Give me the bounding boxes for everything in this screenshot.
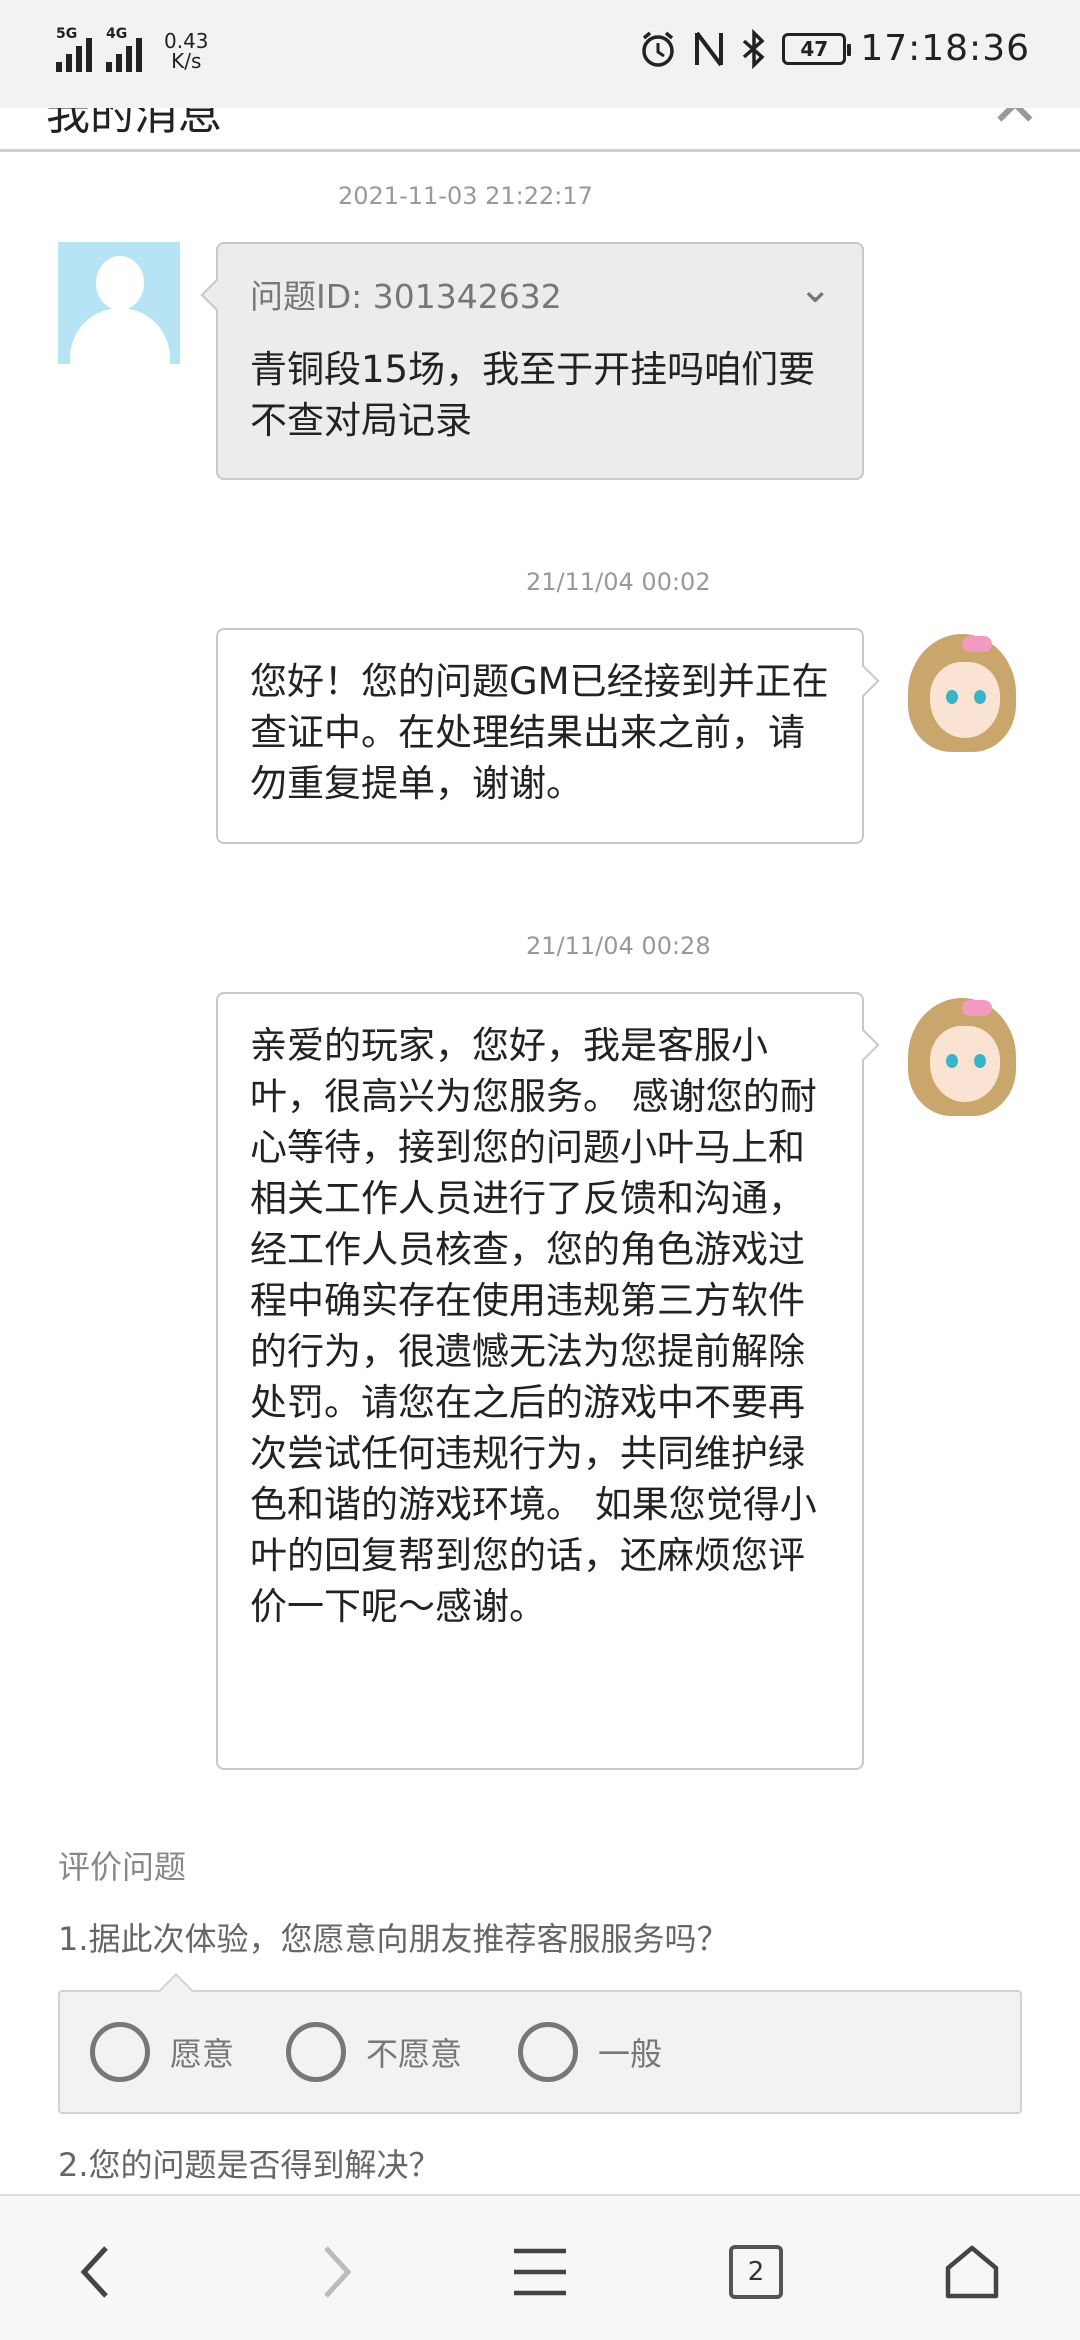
rating-options-1: 愿意 不愿意 一般 [58,1973,1022,2114]
bluetooth-icon [743,28,765,69]
bottom-nav-bar: 2 [0,2194,1080,2340]
message-timestamp: 2021-11-03 21:22:17 [338,182,593,210]
message-timestamp: 21/11/04 00:28 [526,932,711,960]
tab-count: 2 [747,2257,765,2287]
rating-option-no[interactable]: 不愿意 [286,2022,462,2082]
option-label: 愿意 [170,2035,235,2073]
question-id: 问题ID: 301342632 [250,277,562,316]
tab-count-icon: 2 [729,2245,783,2299]
option-label: 一般 [598,2035,663,2073]
close-icon[interactable]: ✕ [990,108,1040,136]
gm-avatar [900,992,1024,1116]
network-type-label: 5G [56,26,78,42]
menu-icon [514,2248,566,2296]
tabs-button[interactable]: 2 [716,2232,796,2312]
gm-avatar [900,628,1024,752]
network-speed: 0.43 K/s [164,31,209,71]
message-text: 亲爱的玩家，您好，我是客服小叶，很高兴为您服务。 感谢您的耐心等待，接到您的问题… [250,1024,817,1628]
battery-level: 47 [800,36,829,61]
speed-value: 0.43 [164,29,209,53]
chevron-right-icon [324,2246,352,2298]
status-right: 47 17:18:36 [638,28,1030,69]
rating-option-yes[interactable]: 愿意 [90,2022,234,2082]
menu-button[interactable] [500,2232,580,2312]
battery-icon: 47 [782,32,852,65]
message-timestamp: 21/11/04 00:02 [526,568,711,596]
radio-button[interactable] [90,2022,150,2082]
chevron-down-icon[interactable]: ⌄ [798,266,832,312]
user-avatar [58,242,180,364]
home-button[interactable] [932,2232,1012,2312]
rating-question-2: 2.您的问题是否得到解决？ [58,2146,441,2184]
message-text: 青铜段15场，我至于开挂吗咱们要不查对局记录 [250,348,816,442]
message-list[interactable]: 2021-11-03 21:22:17 问题ID: 301342632 ⌄ 青铜… [0,152,1080,2194]
message-text: 您好！您的问题GM已经接到并正在查证中。在处理结果出来之前，请勿重复提单，谢谢。 [250,660,829,805]
network-type-label-2: 4G [106,26,128,42]
signal-icon: 5G [56,26,92,72]
title-bar: 我的消息 ✕ [0,108,1080,152]
alarm-icon [642,31,675,67]
message-bubble-gm[interactable]: 您好！您的问题GM已经接到并正在查证中。在处理结果出来之前，请勿重复提单，谢谢。 [216,628,880,844]
message-bubble-gm[interactable]: 亲爱的玩家，您好，我是客服小叶，很高兴为您服务。 感谢您的耐心等待，接到您的问题… [216,992,880,1770]
status-bar: 5G 4G 0.43 K/s 47 17:18:36 [0,0,1080,108]
radio-button[interactable] [286,2022,346,2082]
speed-unit: K/s [171,49,202,73]
rating-section-title: 评价问题 [58,1848,187,1886]
chevron-left-icon [80,2246,108,2298]
nfc-icon [695,31,724,66]
home-icon [945,2245,999,2299]
status-left: 5G 4G 0.43 K/s [56,26,209,72]
clock: 17:18:36 [860,28,1030,69]
signal-icon-2: 4G [106,26,142,72]
option-label: 不愿意 [366,2035,463,2073]
page-title: 我的消息 [46,108,222,140]
forward-button[interactable] [296,2232,376,2312]
back-button[interactable] [56,2232,136,2312]
message-bubble-user[interactable]: 问题ID: 301342632 ⌄ 青铜段15场，我至于开挂吗咱们要不查对局记录 [200,242,864,480]
rating-question-1: 1.据此次体验，您愿意向朋友推荐客服服务吗？ [58,1920,729,1958]
radio-button[interactable] [518,2022,578,2082]
rating-option-neutral[interactable]: 一般 [518,2022,662,2082]
